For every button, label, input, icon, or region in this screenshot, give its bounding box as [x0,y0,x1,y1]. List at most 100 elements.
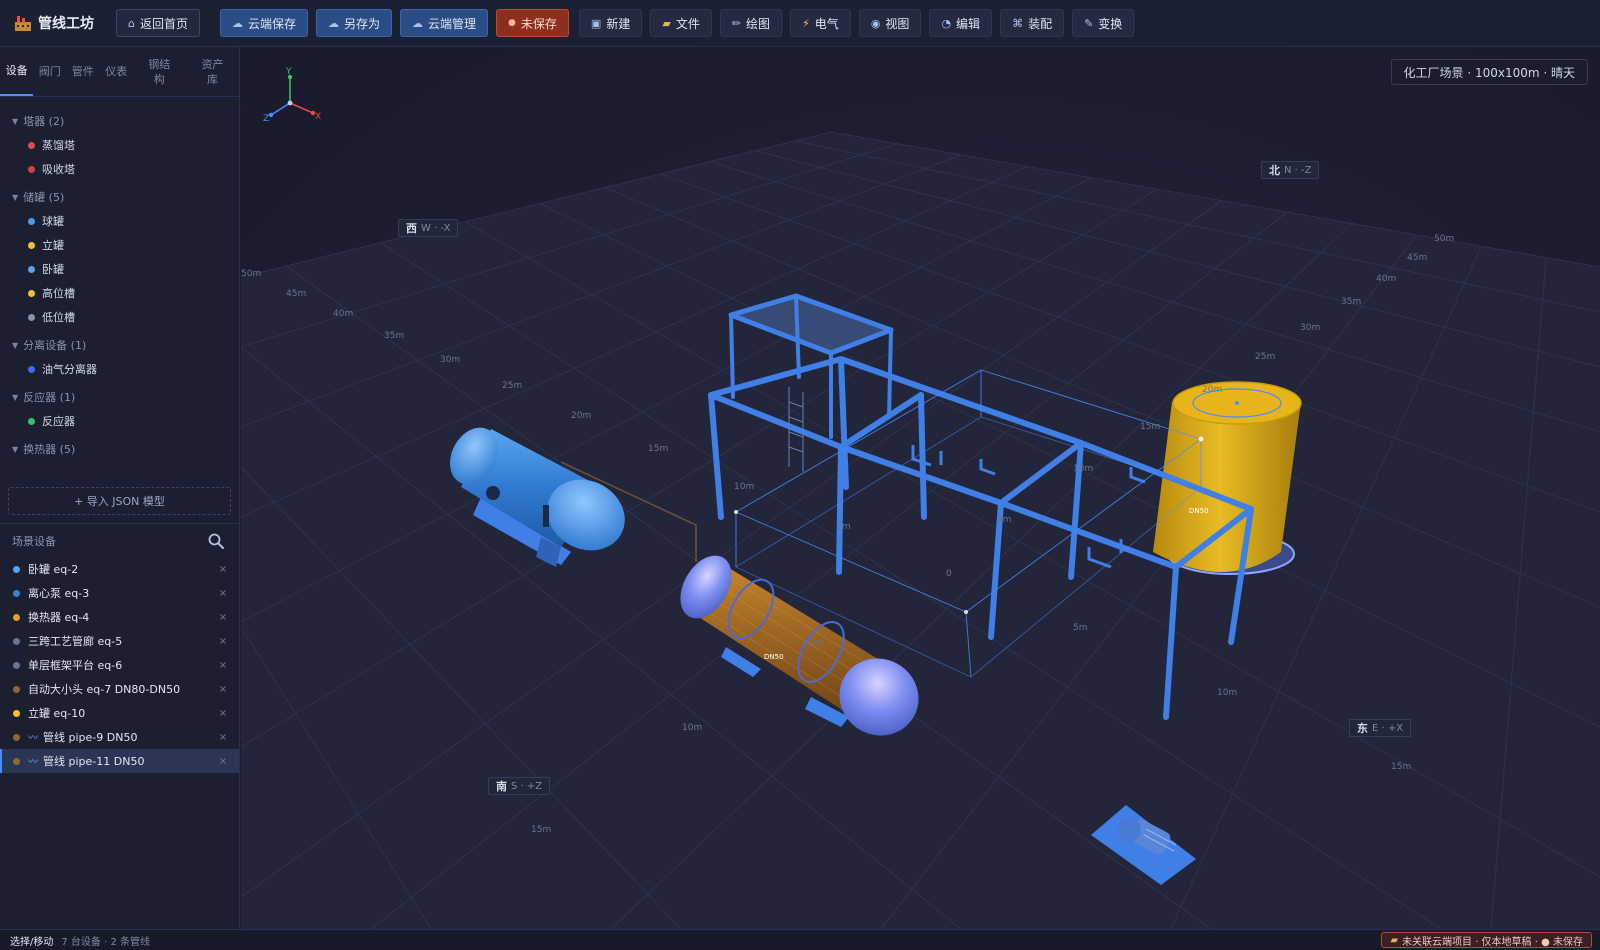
close-icon[interactable]: × [217,588,229,599]
transform-menu[interactable]: ✎ 变换 [1072,9,1135,37]
grid-tick: 45m [286,289,307,299]
grid-tick: 15m [1140,422,1161,432]
grid-tick: 50m [241,269,262,279]
tree-group-label: 反应器 (1) [23,391,76,404]
tree-item-label: 球罐 [42,215,64,228]
color-dot [13,733,20,741]
tree-group-label: 换热器 (5) [23,443,76,456]
import-json-button[interactable]: + 导入 JSON 模型 [8,487,231,515]
equipment-tree: ▼ 塔器 (2) 蒸馏塔 吸收塔 ▼ 储罐 (5) 球罐 立罐 卧罐 高位槽 低… [0,97,239,487]
caret-down-icon: ▼ [12,392,19,402]
grid-tick: 30m [1300,323,1321,333]
edit-menu[interactable]: ◔ 编辑 [929,9,993,37]
color-dot [28,289,35,297]
scene-row-label: 三跨工艺管廊 eq-5 [28,635,123,648]
grid-tick: 15m [531,825,552,835]
close-icon[interactable]: × [217,612,229,623]
grid-tick: 15m [648,444,669,454]
new-menu[interactable]: ▣ 新建 [578,9,643,37]
scene-equipment-header: 场景设备 [0,523,239,557]
compass-south: 南 S · +Z [488,777,551,795]
factory-icon [15,16,31,31]
axis-y-label: Y [285,67,292,77]
view-menu-label: 视图 [885,16,910,31]
tree-item-label: 卧罐 [42,263,64,276]
tree-group-heat-exchangers[interactable]: ▼ 换热器 (5) [0,437,239,461]
scene-row[interactable]: 自动大小头 eq-7 DN80-DN50 × [0,677,239,701]
scene-row[interactable]: 单层框架平台 eq-6 × [0,653,239,677]
draw-menu-label: 绘图 [746,16,771,31]
close-icon[interactable]: × [217,564,229,575]
ground-grid [241,131,1600,929]
tool-mode: 选择/移动 [10,936,54,948]
assembly-menu[interactable]: ⌘ 装配 [1000,9,1065,37]
tree-item-low-tank[interactable]: 低位槽 [0,305,239,329]
tab-equipment[interactable]: 设备 [0,47,34,96]
scene-row[interactable]: 卧罐 eq-2 × [0,557,239,581]
view-menu[interactable]: ◉ 视图 [858,9,922,37]
grid-tick: 15m [1391,762,1412,772]
tree-item-label: 反应器 [42,415,75,428]
tab-instruments[interactable]: 仪表 [100,47,133,96]
scene-row-label: 单层框架平台 eq-6 [28,659,123,672]
cloud-status-badge[interactable]: ▰ 未关联云端项目 · 仅本地草稿 · ● 未保存 [1381,932,1592,948]
transform-menu-label: 变换 [1098,16,1123,31]
tree-item-distillation-tower[interactable]: 蒸馏塔 [0,133,239,157]
tab-asset-library[interactable]: 资产库 [186,47,239,96]
compass-east-dir: E · +X [1372,722,1404,734]
file-menu[interactable]: ▰ 文件 [650,9,712,37]
color-dot [13,613,20,621]
grid-tick: 35m [1341,297,1362,307]
axis-gizmo[interactable]: Y X Z [263,67,321,124]
lightning-icon: ⚡ [802,16,810,30]
scene-row[interactable]: 三跨工艺管廊 eq-5 × [0,629,239,653]
compass-east: 东 E · +X [1349,719,1412,737]
draw-menu[interactable]: ✏ 绘图 [719,9,783,37]
tree-item-oil-gas-separator[interactable]: 油气分离器 [0,357,239,381]
tab-steel-structure[interactable]: 钢结构 [133,47,186,96]
tree-group-towers[interactable]: ▼ 塔器 (2) [0,109,239,133]
tab-fittings[interactable]: 管件 [66,47,99,96]
close-icon[interactable]: × [217,708,229,719]
tree-item-vertical-tank[interactable]: 立罐 [0,233,239,257]
tree-item-spherical-tank[interactable]: 球罐 [0,209,239,233]
grid-tick: 45m [1407,253,1428,263]
unsaved-indicator[interactable]: ● 未保存 [496,9,569,37]
scene-row-pipe[interactable]: 〰管线 pipe-9 DN50 × [0,725,239,749]
scene-row-pipe-selected[interactable]: 〰管线 pipe-11 DN50 × [0,749,239,773]
3d-viewport[interactable]: Y X Z DN50 DN50 化工厂场景 · 100x100m · 晴天 北 … [241,47,1600,929]
tree-group-separators[interactable]: ▼ 分离设备 (1) [0,333,239,357]
close-icon[interactable]: × [217,756,229,767]
scene-row[interactable]: 立罐 eq-10 × [0,701,239,725]
compass-north-dir: N · -Z [1284,164,1312,176]
tree-item-reactor[interactable]: 反应器 [0,409,239,433]
close-icon[interactable]: × [217,684,229,695]
search-icon[interactable] [207,532,225,550]
tree-item-absorption-tower[interactable]: 吸收塔 [0,157,239,181]
caret-down-icon: ▼ [12,444,19,454]
close-icon[interactable]: × [217,732,229,743]
grid-tick: 50m [1434,234,1455,244]
close-icon[interactable]: × [217,636,229,647]
caret-down-icon: ▼ [12,116,19,126]
cloud-manage-button[interactable]: ☁ 云端管理 [400,9,489,37]
tree-item-horizontal-tank[interactable]: 卧罐 [0,257,239,281]
file-menu-label: 文件 [675,16,700,31]
caret-down-icon: ▼ [12,192,19,202]
tab-valves[interactable]: 阀门 [33,47,66,96]
home-icon: ⌂ [128,16,135,30]
scene-row[interactable]: 换热器 eq-4 × [0,605,239,629]
save-as-button[interactable]: ☁ 另存为 [316,9,393,37]
scene-row[interactable]: 离心泵 eq-3 × [0,581,239,605]
close-icon[interactable]: × [217,660,229,671]
color-dot [28,417,35,425]
tree-group-reactors[interactable]: ▼ 反应器 (1) [0,385,239,409]
scene-canvas[interactable]: Y X Z DN50 DN50 [241,47,1600,929]
folder-icon: ▰ [1390,934,1399,946]
electrical-menu[interactable]: ⚡ 电气 [790,9,851,37]
cloud-save-button[interactable]: ☁ 云端保存 [220,9,309,37]
tree-item-head-tank[interactable]: 高位槽 [0,281,239,305]
tree-group-tanks[interactable]: ▼ 储罐 (5) [0,185,239,209]
scene-row-label: 离心泵 eq-3 [28,587,90,600]
home-button[interactable]: ⌂ 返回首页 [116,9,200,37]
